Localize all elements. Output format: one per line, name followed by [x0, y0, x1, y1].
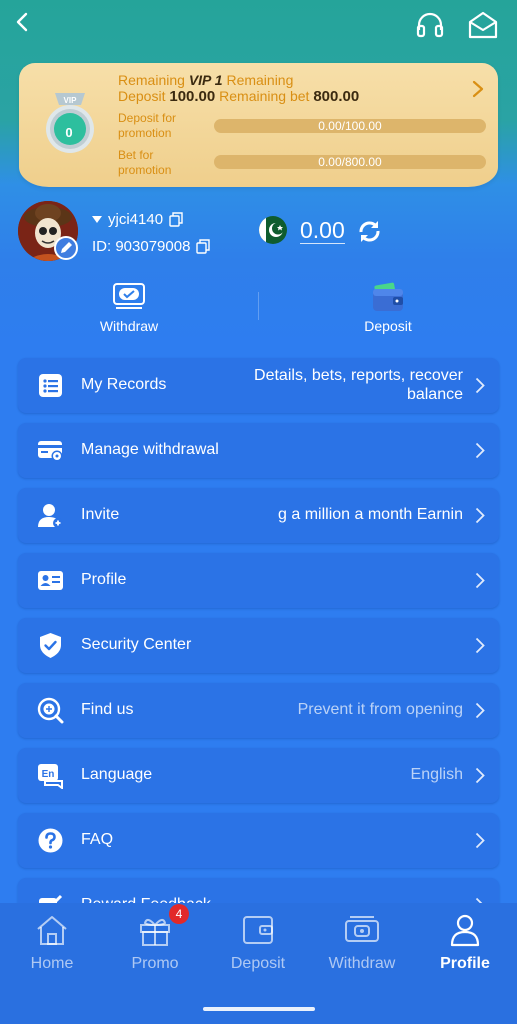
bet-progress-bar: 0.00/800.00 — [214, 155, 486, 169]
username-row: yjci4140 — [92, 211, 183, 228]
vip-bet-remaining: 800.00 — [313, 88, 360, 105]
vip-badge-icon: VIP — [46, 93, 94, 153]
withdraw-icon — [345, 916, 379, 942]
vip-deposit-label: Deposit — [118, 88, 166, 104]
user-id: ID: 903079008 — [92, 238, 191, 255]
withdraw-quick-button[interactable]: Withdraw — [29, 280, 229, 340]
invite-icon — [38, 504, 63, 528]
headset-icon[interactable] — [414, 10, 446, 40]
pakistan-flag-icon — [259, 216, 287, 244]
menu-value: Details, bets, reports, recover balance — [254, 367, 463, 403]
menu-item-language[interactable]: En Language English — [18, 748, 499, 803]
chevron-right-icon — [475, 377, 485, 394]
menu-value-marquee: g a million a month Earnin — [278, 506, 463, 523]
menu-label: Find us — [81, 701, 134, 718]
deposit-progress-bar: 0.00/100.00 — [214, 119, 486, 133]
bottom-nav: Home 4 Promo Deposit Withdraw Profile — [0, 903, 517, 1024]
menu-item-security-center[interactable]: Security Center — [18, 618, 499, 673]
vip-line-1: Remaining VIP 1 Remaining — [118, 72, 293, 88]
vip-remaining-label: Remaining — [118, 72, 185, 88]
mail-icon[interactable] — [466, 10, 500, 40]
home-icon — [37, 916, 67, 945]
menu-value: English — [410, 766, 463, 783]
chevron-right-icon — [475, 572, 485, 589]
menu-label: My Records — [81, 376, 167, 393]
vip-progress-card[interactable]: VIP 0 Remaining VIP 1 Remaining Deposit … — [19, 63, 498, 187]
nav-label: Profile — [440, 955, 490, 972]
id-card-icon — [38, 571, 63, 590]
nav-label: Withdraw — [328, 955, 396, 972]
withdraw-quick-label: Withdraw — [99, 318, 159, 334]
language-icon: En — [38, 764, 63, 789]
promo-badge: 4 — [169, 904, 189, 924]
svg-text:VIP: VIP — [64, 96, 78, 105]
shield-check-icon — [40, 633, 61, 658]
vip-remaining-label-2: Remaining — [226, 72, 294, 88]
vip-level-name: VIP 1 — [188, 72, 223, 88]
deposit-quick-label: Deposit — [364, 318, 412, 334]
nav-label: Deposit — [230, 955, 286, 972]
menu-value: Prevent it from opening — [297, 701, 463, 718]
nav-promo[interactable]: 4 Promo — [105, 903, 205, 993]
find-us-icon — [37, 697, 64, 724]
menu-label: Manage withdrawal — [81, 441, 219, 458]
withdraw-card-icon — [113, 283, 145, 309]
wallet-balance: 0.00 — [300, 217, 345, 244]
menu-label: FAQ — [81, 831, 114, 848]
chevron-right-icon — [475, 767, 485, 784]
nav-deposit[interactable]: Deposit — [208, 903, 308, 993]
person-icon — [450, 914, 480, 947]
chevron-right-icon — [475, 702, 485, 719]
top-bar — [0, 0, 517, 52]
vip-bet-label: Remaining bet — [219, 88, 310, 104]
chevron-right-icon — [475, 637, 485, 654]
deposit-wallet-icon — [373, 282, 403, 311]
svg-text:En: En — [42, 769, 55, 780]
user-id-row: ID: 903079008 — [92, 238, 211, 255]
copy-icon[interactable] — [169, 212, 183, 227]
nav-withdraw[interactable]: Withdraw — [312, 903, 412, 993]
menu-label: Security Center — [81, 636, 192, 653]
nav-label: Home — [30, 955, 74, 972]
menu-item-find-us[interactable]: Find us Prevent it from opening — [18, 683, 499, 738]
menu-item-faq[interactable]: FAQ — [18, 813, 499, 868]
vip-deposit-remaining: 100.00 — [169, 88, 216, 105]
card-settings-icon — [38, 441, 63, 462]
menu-label: Language — [81, 766, 153, 783]
username: yjci4140 — [108, 211, 164, 228]
edit-avatar-icon[interactable] — [54, 236, 78, 260]
caret-down-icon[interactable] — [92, 215, 102, 224]
copy-id-icon[interactable] — [196, 239, 211, 254]
home-indicator — [203, 1007, 315, 1011]
deposit-quick-button[interactable]: Deposit — [288, 280, 488, 340]
nav-profile[interactable]: Profile — [415, 903, 515, 993]
records-icon — [39, 374, 62, 397]
menu-item-profile[interactable]: Profile — [18, 553, 499, 608]
bet-progress-label: Bet for promotion — [118, 148, 172, 177]
menu-item-invite[interactable]: Invite g a million a month Earnin — [18, 488, 499, 543]
vip-badge-level: 0 — [65, 125, 73, 140]
chevron-right-icon — [475, 832, 485, 849]
quick-actions-divider — [258, 292, 259, 320]
wallet-icon — [243, 916, 273, 944]
question-icon — [38, 828, 63, 853]
vip-line-2: Deposit 100.00 Remaining bet 800.00 — [118, 88, 359, 105]
quick-actions: Withdraw Deposit — [0, 280, 517, 340]
chevron-right-icon — [475, 442, 485, 459]
chevron-right-icon[interactable] — [471, 79, 485, 99]
menu-label: Profile — [81, 571, 127, 588]
deposit-progress-label: Deposit for promotion — [118, 111, 177, 140]
refresh-icon[interactable] — [356, 218, 383, 245]
menu-item-manage-withdrawal[interactable]: Manage withdrawal — [18, 423, 499, 478]
nav-label: Promo — [131, 955, 179, 972]
nav-home[interactable]: Home — [2, 903, 102, 993]
menu-label: Invite — [81, 506, 120, 523]
profile-header: VIP 0 Remaining VIP 1 Remaining Deposit … — [0, 0, 517, 345]
menu-item-my-records[interactable]: My Records Details, bets, reports, recov… — [18, 358, 499, 413]
chevron-right-icon — [475, 507, 485, 524]
back-icon[interactable] — [8, 8, 38, 38]
